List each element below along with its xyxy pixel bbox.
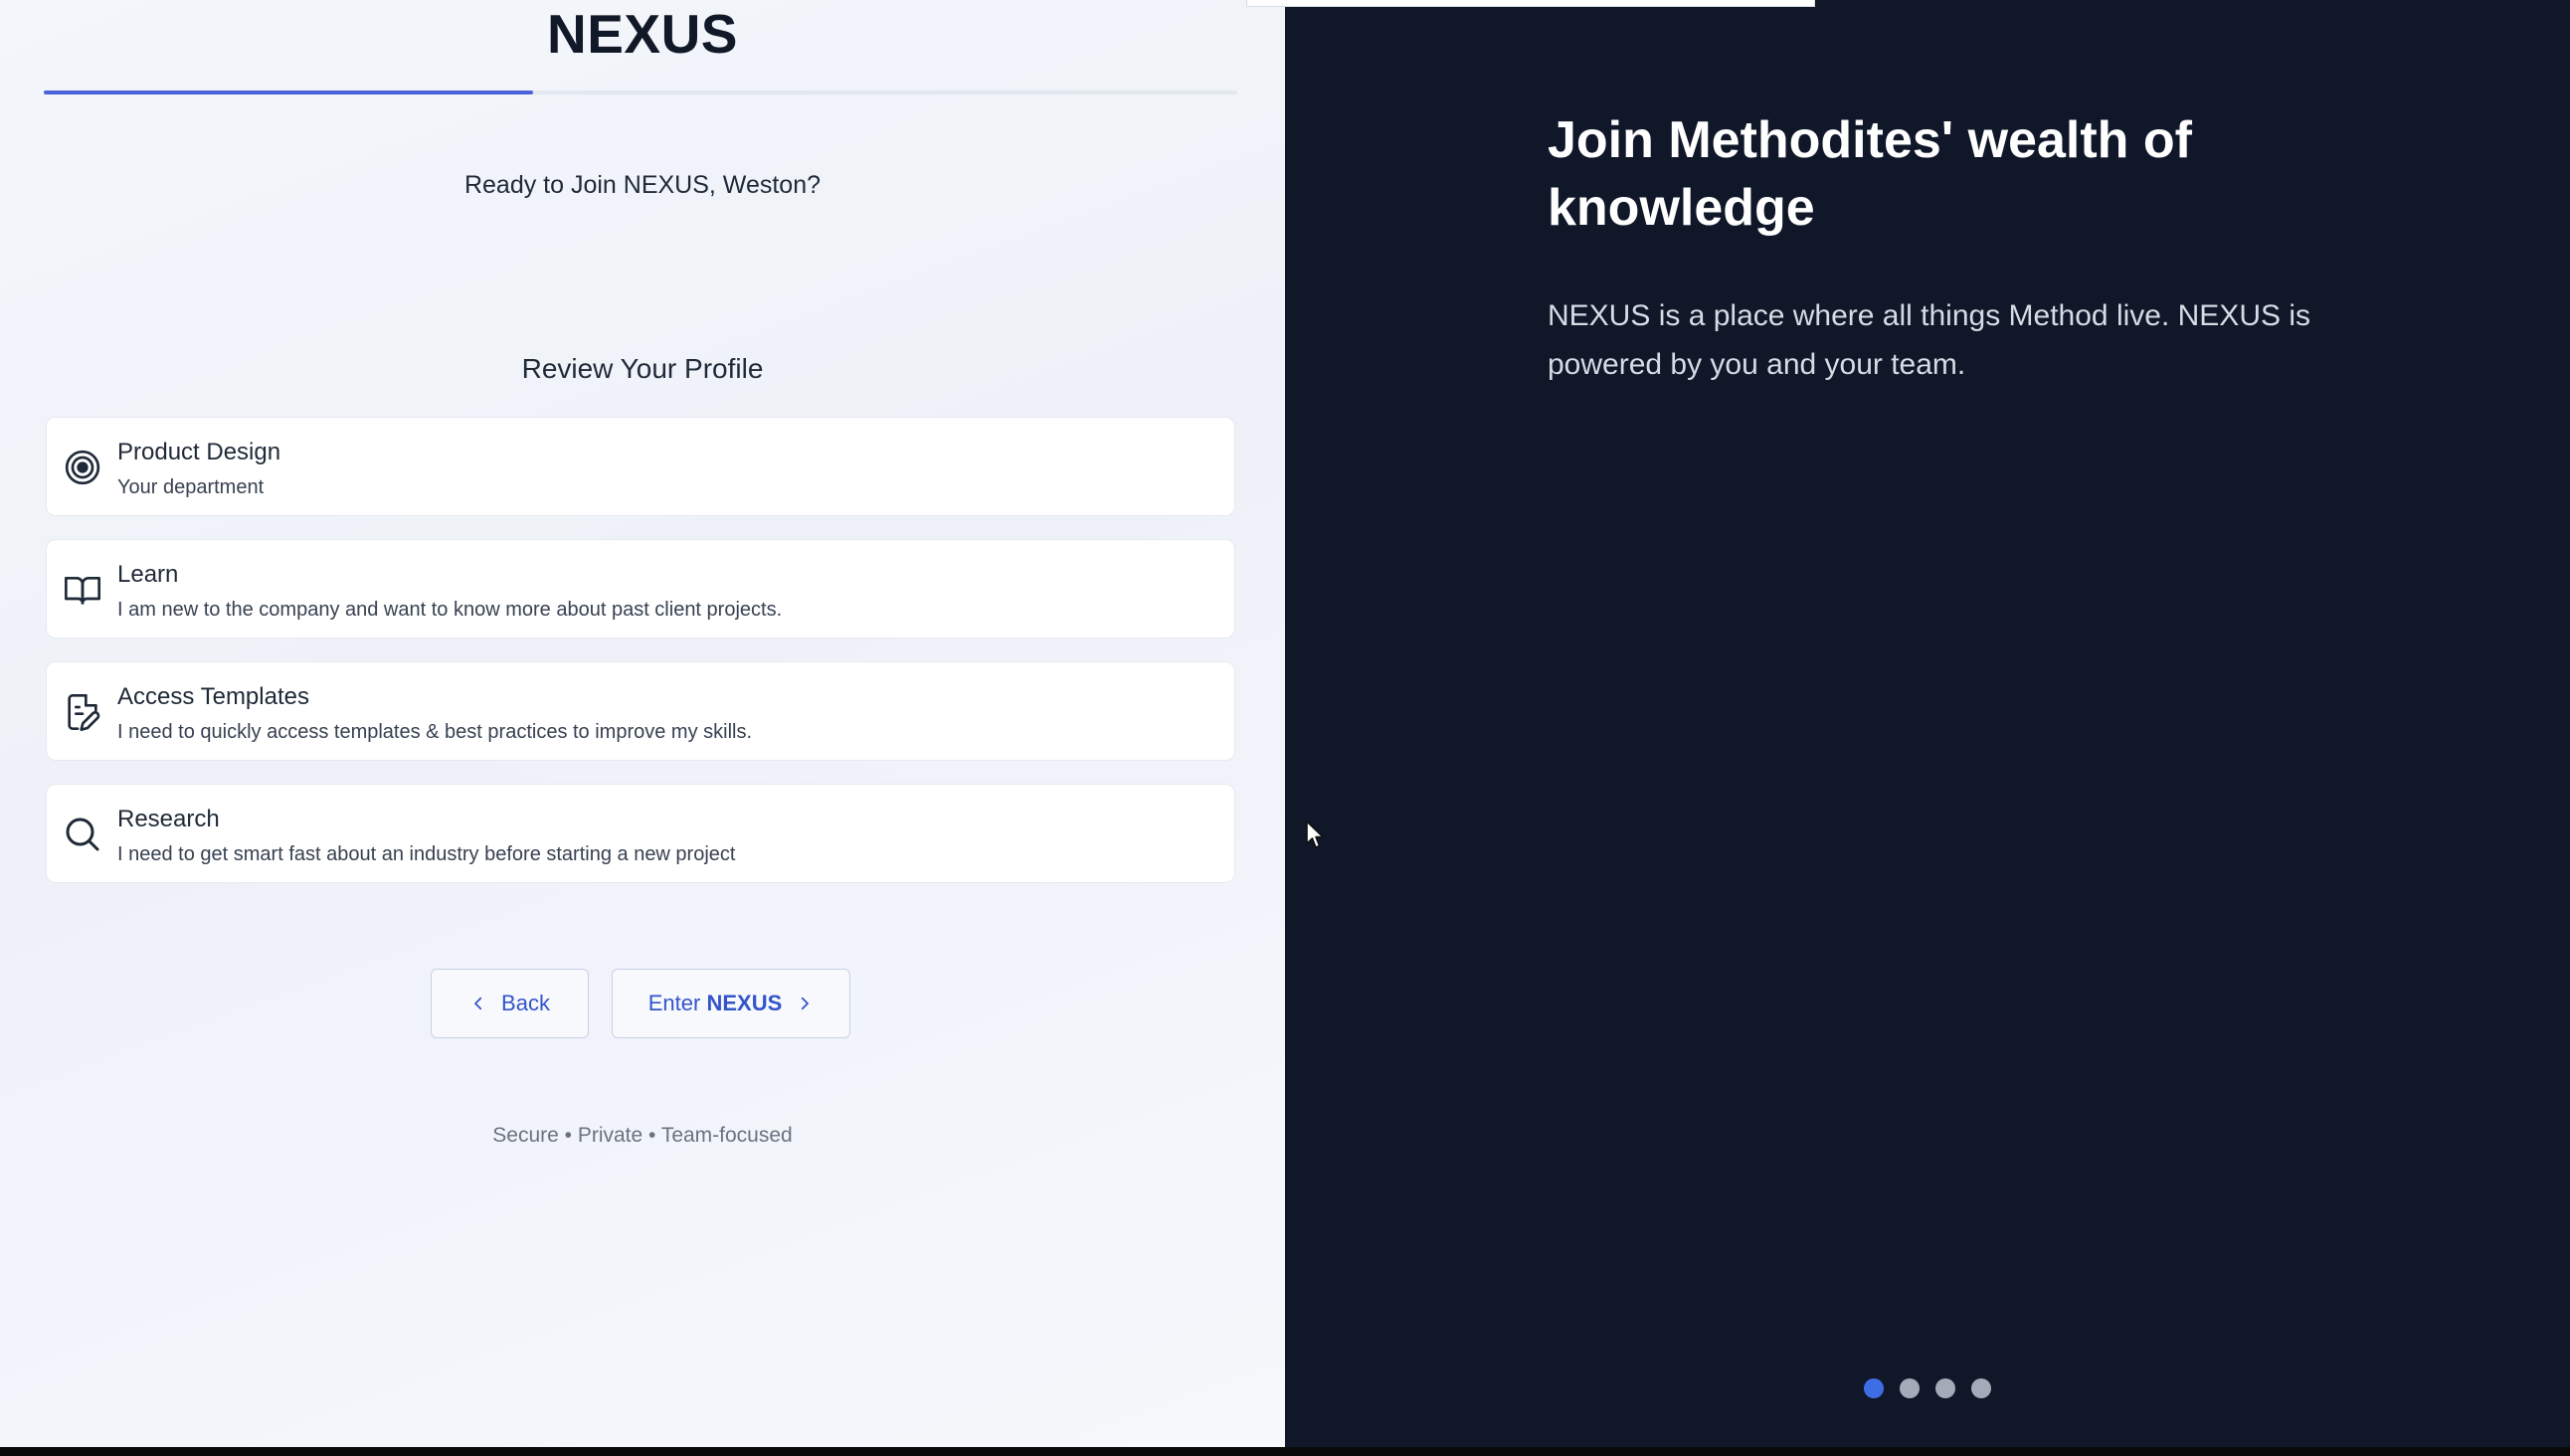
dropdown-edge <box>1246 0 1815 7</box>
hero-title: Join Methodites' wealth of knowledge <box>1548 111 2192 237</box>
onboarding-panel: NEXUS Ready to Join NEXUS, Weston? Revie… <box>0 0 1285 1447</box>
enter-button-prefix: Enter <box>647 991 701 1015</box>
review-profile-title: Review Your Profile <box>521 353 764 384</box>
back-button[interactable]: Back <box>431 969 589 1038</box>
card-description: Your department <box>117 476 265 498</box>
progress-bar <box>44 91 1237 94</box>
progress-fill <box>44 91 533 94</box>
mouse-cursor-icon <box>1306 820 1324 848</box>
target-icon <box>65 450 100 485</box>
card-title: Research <box>117 806 220 832</box>
bottom-strip <box>0 1447 2570 1456</box>
card-description: I am new to the company and want to know… <box>117 599 783 621</box>
enter-button-label: Enter NEXUS <box>648 991 783 1016</box>
profile-card-goal-research: Research I need to get smart fast about … <box>46 784 1235 883</box>
card-title: Product Design <box>117 439 281 465</box>
card-description: I need to quickly access templates & bes… <box>117 721 753 743</box>
search-icon <box>66 818 99 851</box>
tagline: Secure • Private • Team-focused <box>492 1124 793 1147</box>
book-open-icon <box>65 577 100 605</box>
profile-card-department: Product Design Your department <box>46 417 1235 516</box>
nexus-logo: NEXUS <box>547 3 738 65</box>
profile-card-goal-templates: Access Templates I need to quickly acces… <box>46 661 1235 761</box>
carousel-dot[interactable] <box>1864 1378 1884 1398</box>
profile-card-goal-learn: Learn I am new to the company and want t… <box>46 539 1235 638</box>
greeting-text: Ready to Join NEXUS, Weston? <box>463 171 822 199</box>
chevron-right-icon <box>802 997 810 1010</box>
carousel-dot[interactable] <box>1935 1378 1955 1398</box>
card-title: Learn <box>117 561 179 588</box>
carousel-dot[interactable] <box>1971 1378 1991 1398</box>
file-template-icon <box>68 694 100 731</box>
enter-button-brand: NEXUS <box>706 991 783 1015</box>
back-button-label: Back <box>501 991 550 1015</box>
carousel-dots <box>1864 1378 1991 1398</box>
enter-nexus-button[interactable]: Enter NEXUS <box>612 969 850 1038</box>
carousel-dot[interactable] <box>1900 1378 1920 1398</box>
chevron-left-icon <box>474 997 482 1010</box>
hero-description: NEXUS is a place where all things Method… <box>1548 299 2310 381</box>
card-title: Access Templates <box>117 683 309 710</box>
card-description: I need to get smart fast about an indust… <box>117 843 736 865</box>
